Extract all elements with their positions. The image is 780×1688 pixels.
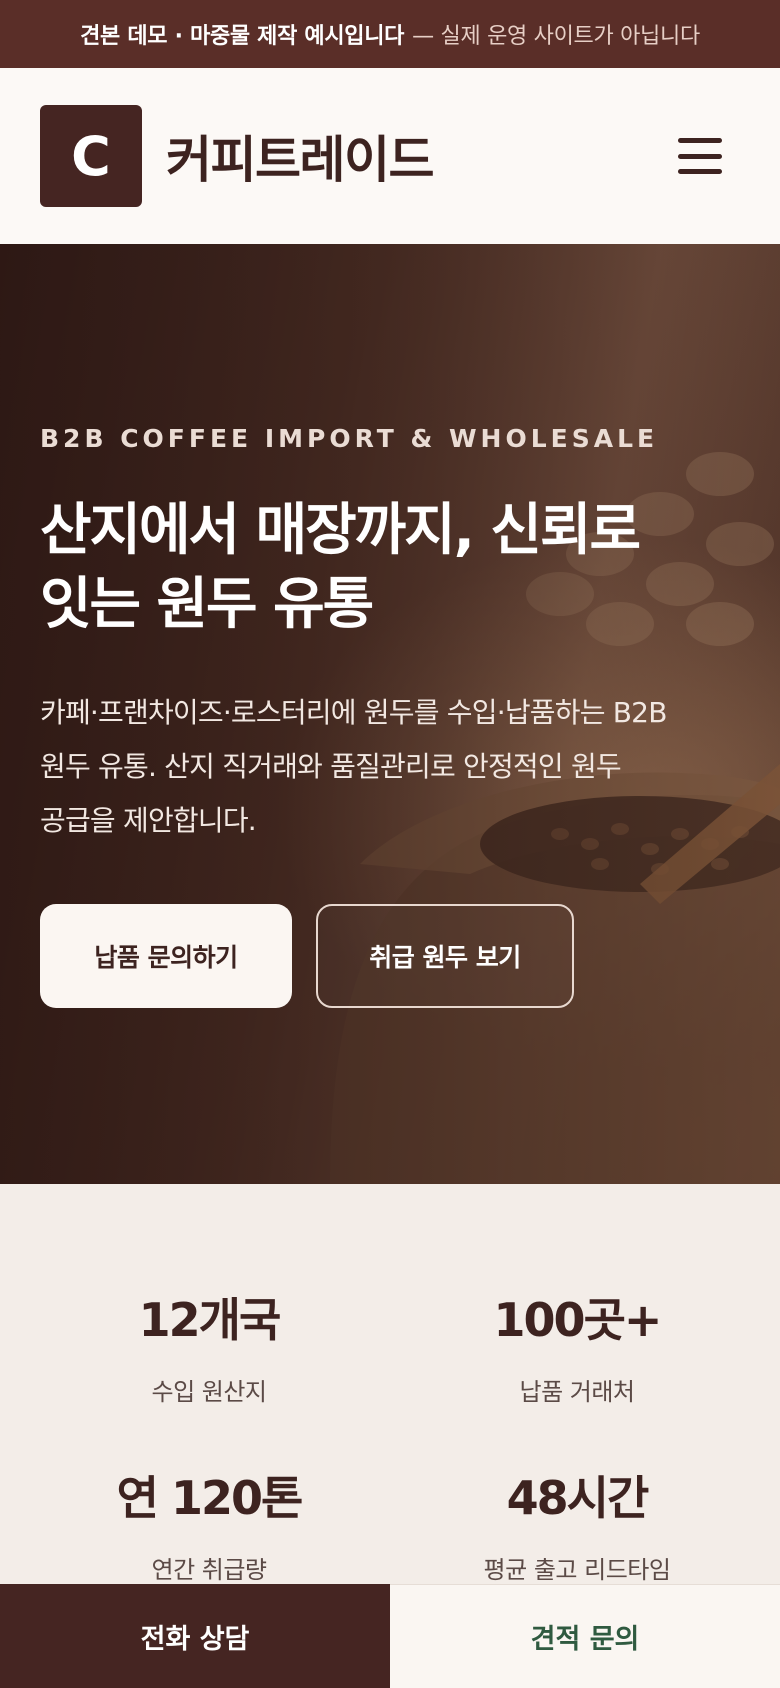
hamburger-menu-icon[interactable]	[678, 138, 722, 174]
stat-lead-time: 48시간 평균 출고 리드타임	[382, 1462, 772, 1585]
hero-title: 산지에서 매장까지, 신뢰로 잇는 원두 유통	[40, 494, 740, 642]
stat-value: 연 120톤	[116, 1471, 304, 1525]
hero-section: B2B COFFEE IMPORT & WHOLESALE 산지에서 매장까지,…	[0, 244, 780, 1184]
phone-consult-button[interactable]: 전화 상담	[0, 1584, 390, 1688]
stat-annual-volume: 연 120톤 연간 취급량	[14, 1462, 404, 1585]
stat-label: 납품 거래처	[519, 1378, 635, 1406]
brand-name[interactable]: 커피트레이드	[166, 120, 435, 192]
demo-notice-banner: 견본 데모 · 마중물 제작 예시입니다 — 실제 운영 사이트가 아닙니다	[0, 0, 780, 68]
notice-light-text: — 실제 운영 사이트가 아닙니다	[412, 24, 700, 49]
logo-letter: C	[71, 124, 111, 188]
hero-desc-line3: 공급을 제안합니다.	[40, 804, 257, 837]
hero-desc-line1: 카페·프랜차이즈·로스터리에 원두를 수입·납품하는 B2B	[40, 696, 667, 729]
notice-strong-text: 견본 데모 · 마중물 제작 예시입니다	[80, 24, 405, 49]
stats-section: 12개국 수입 원산지 100곳+ 납품 거래처 연 120톤 연간 취급량 4…	[0, 1184, 780, 1584]
stat-origin-countries: 12개국 수입 원산지	[14, 1284, 404, 1407]
bottom-cta-bar: 전화 상담 견적 문의	[0, 1584, 780, 1688]
hero-description: 카페·프랜차이즈·로스터리에 원두를 수입·납품하는 B2B 원두 유통. 산지…	[40, 686, 740, 848]
site-header: C 커피트레이드	[0, 68, 780, 244]
stat-label: 연간 취급량	[151, 1556, 267, 1584]
hero-title-line2: 잇는 원두 유통	[40, 572, 374, 637]
logo[interactable]: C	[40, 105, 142, 207]
stat-value: 48시간	[506, 1471, 650, 1525]
stat-value: 12개국	[138, 1293, 282, 1347]
hero-title-line1: 산지에서 매장까지, 신뢰로	[40, 498, 641, 563]
stat-clients: 100곳+ 납품 거래처	[382, 1284, 772, 1407]
quote-inquiry-button[interactable]: 견적 문의	[390, 1584, 780, 1688]
supply-inquiry-button[interactable]: 납품 문의하기	[40, 904, 292, 1008]
view-beans-button[interactable]: 취급 원두 보기	[316, 904, 574, 1008]
hero-eyebrow: B2B COFFEE IMPORT & WHOLESALE	[40, 424, 659, 453]
hero-desc-line2: 원두 유통. 산지 직거래와 품질관리로 안정적인 원두	[40, 750, 622, 783]
stat-label: 수입 원산지	[151, 1378, 267, 1406]
stat-value: 100곳+	[493, 1293, 663, 1347]
stat-label: 평균 출고 리드타임	[483, 1556, 671, 1584]
